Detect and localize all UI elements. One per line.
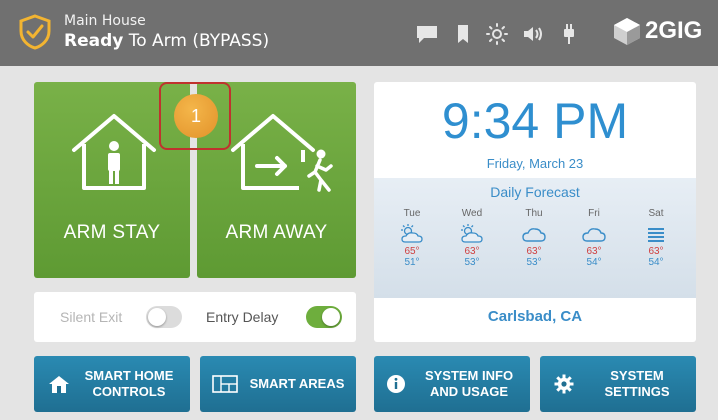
smart-home-line2: CONTROLS	[92, 384, 166, 399]
message-icon[interactable]	[414, 22, 440, 46]
high-temp: 65°	[404, 246, 420, 257]
system-settings-button[interactable]: SYSTEM SETTINGS	[540, 356, 696, 412]
forecast-day: Thu 63° 53°	[512, 208, 556, 268]
clock-time: 9:34 PM	[441, 93, 629, 149]
home-icon	[49, 376, 69, 393]
clock-date: Friday, March 23	[486, 156, 584, 171]
cloud-icon	[522, 228, 546, 242]
system-info-line2: AND USAGE	[429, 384, 508, 399]
forecast-title: Daily Forecast	[490, 184, 580, 200]
day-name: Sat	[648, 208, 664, 219]
weather-city: Carlsbad, CA	[487, 308, 583, 325]
system-settings-line1: SYSTEM	[610, 368, 664, 383]
system-info-button[interactable]: SYSTEM INFO AND USAGE	[374, 356, 530, 412]
low-temp: 53°	[526, 257, 542, 268]
system-settings-line2: SETTINGS	[604, 384, 670, 399]
fog-icon	[648, 228, 664, 242]
arm-status: Ready To Arm (BYPASS)	[64, 30, 269, 52]
volume-icon[interactable]	[520, 22, 546, 46]
high-temp: 63°	[526, 246, 542, 257]
clock-weather-panel[interactable]: 9:34 PM Friday, March 23 Daily Forecast …	[374, 82, 696, 342]
arm-away-label: ARM AWAY	[225, 222, 328, 243]
silent-exit-label: Silent Exit	[60, 309, 123, 325]
location-label: Main House	[64, 13, 146, 29]
gear-icon	[554, 374, 574, 394]
day-name: Fri	[588, 208, 600, 219]
low-temp: 51°	[404, 257, 420, 268]
brand-logo: 2GIG	[612, 16, 702, 46]
brand-name: 2GIG	[645, 17, 703, 44]
partly-sunny-icon	[401, 224, 423, 243]
bookmark-icon[interactable]	[450, 22, 476, 46]
status-header: Main House Ready To Arm (BYPASS) 2GIG	[0, 0, 718, 66]
entry-delay-label: Entry Delay	[206, 309, 279, 325]
silent-exit-toggle[interactable]	[146, 306, 182, 328]
toggle-knob	[322, 308, 340, 326]
toggle-knob	[148, 308, 166, 326]
arm-status-ready: Ready	[64, 31, 124, 51]
cube-logo-icon	[614, 18, 640, 45]
smart-home-controls-button[interactable]: SMART HOME CONTROLS	[34, 356, 190, 412]
forecast-day: Sat 63° 54°	[634, 208, 678, 268]
daily-forecast: Daily Forecast Tue 65° 51° Wed 63° 53° T…	[374, 178, 696, 298]
smart-areas-button[interactable]: SMART AREAS	[200, 356, 356, 412]
smart-home-line1: SMART HOME	[84, 368, 174, 383]
arm-status-detail: To Arm (BYPASS)	[123, 31, 270, 51]
system-info-line1: SYSTEM INFO	[424, 368, 514, 383]
forecast-day: Fri 63° 54°	[572, 208, 616, 268]
bypass-count-badge[interactable]: 1	[174, 94, 218, 138]
partly-sunny-icon	[461, 224, 483, 243]
day-name: Tue	[403, 208, 421, 219]
day-name: Wed	[461, 208, 483, 219]
arm-stay-label: ARM STAY	[63, 222, 161, 243]
house-exit-icon	[231, 114, 333, 192]
arm-options-bar: Silent Exit Entry Delay	[34, 292, 356, 342]
high-temp: 63°	[648, 246, 664, 257]
forecast-day: Wed 63° 53°	[450, 208, 494, 268]
smart-areas-label: SMART AREAS	[249, 376, 345, 391]
floorplan-icon	[212, 375, 238, 393]
high-temp: 63°	[586, 246, 602, 257]
shield-check-icon[interactable]	[18, 14, 52, 50]
forecast-day: Tue 65° 51°	[390, 208, 434, 268]
cloud-icon	[582, 228, 606, 242]
info-icon	[387, 375, 405, 393]
low-temp: 54°	[648, 257, 664, 268]
plug-icon[interactable]	[556, 22, 582, 46]
entry-delay-toggle[interactable]	[306, 306, 342, 328]
day-name: Thu	[525, 208, 543, 219]
low-temp: 54°	[586, 257, 602, 268]
house-person-icon	[72, 114, 156, 190]
system-status[interactable]: Main House Ready To Arm (BYPASS)	[64, 13, 269, 52]
low-temp: 53°	[464, 257, 480, 268]
high-temp: 63°	[464, 246, 480, 257]
brightness-icon[interactable]	[484, 22, 510, 46]
